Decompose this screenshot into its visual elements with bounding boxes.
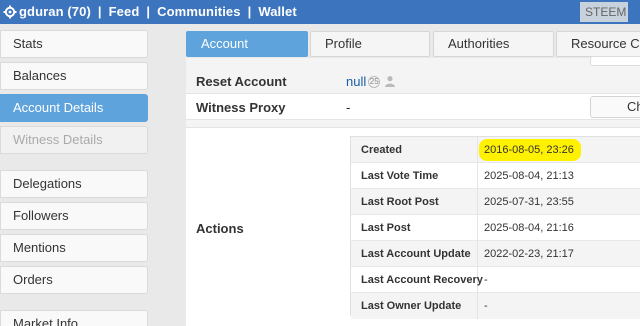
actions-row: Actions Created 2016-08-05, 23:26 Last V… (186, 128, 640, 326)
table-row: Last Owner Update - (351, 293, 640, 319)
sidebar-item-mentions[interactable]: Mentions (0, 234, 148, 262)
sidebar-item-market-info[interactable]: Market Info (0, 310, 148, 326)
tab-bar: Account Profile Authorities Resource Cre (186, 31, 640, 57)
table-row: Last Root Post 2025-07-31, 23:55 (351, 189, 640, 215)
last-root-post-value: 2025-07-31, 23:55 (484, 196, 574, 208)
last-owner-update-label: Last Owner Update (361, 300, 462, 312)
last-account-update-label: Last Account Update (361, 248, 471, 260)
created-label: Created (361, 144, 402, 156)
sidebar: Stats Balances Account Details Witness D… (0, 24, 152, 326)
witness-proxy-row: Witness Proxy - Ch (186, 94, 640, 120)
wallet-link[interactable]: Wallet (258, 4, 296, 19)
communities-link[interactable]: Communities (157, 4, 240, 19)
created-value: 2016-08-05, 23:26 (484, 144, 574, 156)
reputation-badge: 25 (368, 76, 381, 88)
partial-button[interactable] (590, 56, 640, 66)
last-account-update-value: 2022-02-23, 21:17 (484, 248, 574, 260)
steem-button[interactable]: STEEM (580, 2, 628, 22)
reset-account-link[interactable]: null (346, 74, 366, 89)
reset-account-value: null 25 (346, 74, 396, 89)
last-owner-update-value: - (484, 300, 488, 312)
table-row: Last Account Recovery - (351, 267, 640, 293)
sidebar-item-account-details[interactable]: Account Details (0, 94, 148, 122)
actions-label: Actions (196, 221, 244, 236)
change-proxy-button[interactable]: Ch (590, 96, 640, 118)
sidebar-item-orders[interactable]: Orders (0, 266, 148, 294)
sidebar-item-delegations[interactable]: Delegations (0, 170, 148, 198)
nav-separator: | (97, 4, 102, 19)
tab-authorities[interactable]: Authorities (433, 31, 554, 57)
table-row: Last Account Update 2022-02-23, 21:17 (351, 241, 640, 267)
last-post-label: Last Post (361, 222, 411, 234)
witness-proxy-label: Witness Proxy (196, 100, 286, 115)
table-row: Created 2016-08-05, 23:26 (351, 137, 640, 163)
reset-account-label: Reset Account (196, 74, 287, 89)
tab-profile[interactable]: Profile (310, 31, 430, 57)
last-root-post-label: Last Root Post (361, 196, 439, 208)
reset-account-row: Reset Account null 25 (186, 68, 640, 94)
nav-links: gduran (70) | Feed | Communities | Wallet (19, 4, 297, 19)
last-account-recovery-value: - (484, 274, 488, 286)
last-vote-time-label: Last Vote Time (361, 170, 439, 182)
sidebar-item-followers[interactable]: Followers (0, 202, 148, 230)
top-navigation-bar: gduran (70) | Feed | Communities | Wallet STEE… (0, 0, 640, 24)
last-account-recovery-label: Last Account Recovery (361, 274, 483, 286)
account-details-panel: Reset Account null25 Witness Proxy - Ch … (186, 56, 640, 326)
username-link[interactable]: gduran (70) (19, 4, 91, 19)
sidebar-item-stats[interactable]: Stats (0, 30, 148, 58)
table-row: Last Vote Time 2025-08-04, 21:13 (351, 163, 640, 189)
witness-proxy-value: - (346, 100, 351, 115)
sidebar-item-witness-details: Witness Details (0, 126, 148, 154)
nav-separator: | (146, 4, 151, 19)
last-vote-time-value: 2025-08-04, 21:13 (484, 170, 574, 182)
gear-icon[interactable] (3, 5, 17, 19)
actions-table: Created 2016-08-05, 23:26 Last Vote Time… (350, 136, 640, 319)
tab-resource-credits[interactable]: Resource Cre (556, 31, 640, 57)
last-post-value: 2025-08-04, 21:16 (484, 222, 574, 234)
sidebar-item-balances[interactable]: Balances (0, 62, 148, 90)
feed-link[interactable]: Feed (109, 4, 140, 19)
user-icon[interactable] (384, 75, 396, 87)
nav-separator: | (247, 4, 252, 19)
tab-account[interactable]: Account (186, 31, 308, 57)
scrolled-row-remnant (186, 56, 640, 68)
spacer-row (186, 120, 640, 128)
table-row: Last Post 2025-08-04, 21:16 (351, 215, 640, 241)
